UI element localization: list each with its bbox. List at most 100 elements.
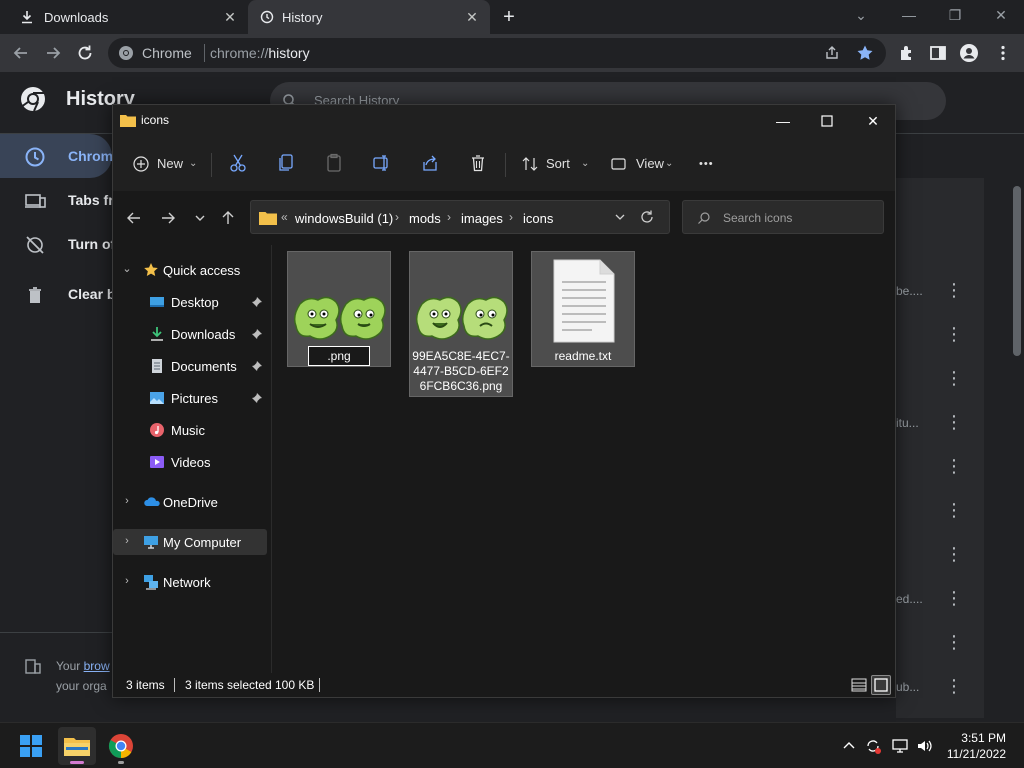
volume-icon[interactable]	[916, 737, 934, 755]
sidebar-item-clear-browsing-data[interactable]: Clear b	[0, 272, 115, 316]
history-row-menu-icon[interactable]: ⋮	[945, 280, 963, 300]
clock-date[interactable]: 11/21/2022	[940, 747, 1006, 761]
chevron-right-icon[interactable]: ›	[121, 575, 133, 587]
download-icon	[20, 10, 34, 24]
sidebar-item-tabs-from-devices[interactable]: Tabs fr	[0, 178, 114, 222]
history-entry-snippet: be....	[896, 284, 923, 298]
chrome-menu-icon[interactable]	[992, 42, 1014, 64]
refresh-icon[interactable]	[639, 209, 655, 225]
managed-info-link[interactable]: brow	[84, 659, 110, 673]
nav-item-quick-access[interactable]: ⌄ Quick access	[113, 257, 267, 283]
chevron-up-icon[interactable]	[840, 737, 858, 755]
music-icon	[149, 422, 165, 438]
nav-item-documents[interactable]: Documents	[113, 353, 267, 379]
explorer-title-bar[interactable]: icons — ✕	[113, 105, 895, 135]
minimize-button[interactable]: —	[773, 111, 793, 131]
tab-downloads[interactable]: Downloads ✕	[0, 0, 248, 34]
up-folder-button[interactable]	[219, 209, 237, 227]
sort-button[interactable]: Sort ⌄	[521, 153, 589, 175]
status-separator	[319, 678, 320, 692]
scrollbar-thumb[interactable]	[1013, 186, 1021, 356]
back-button[interactable]	[10, 42, 32, 64]
new-tab-button[interactable]: +	[500, 7, 518, 27]
history-row-menu-icon[interactable]: ⋮	[945, 544, 963, 564]
document-icon	[149, 358, 165, 374]
extensions-puzzle-icon[interactable]	[896, 42, 918, 64]
history-row-menu-icon[interactable]: ⋮	[945, 324, 963, 344]
pane-divider[interactable]	[271, 245, 272, 673]
breadcrumb-item[interactable]: images	[461, 211, 503, 226]
explorer-address-row: « windowsBuild (1) › mods › images › ico…	[113, 191, 895, 243]
side-panel-icon[interactable]	[927, 42, 949, 64]
sidebar-item-turn-off-history[interactable]: Turn of	[0, 222, 115, 266]
address-history-chevron-icon[interactable]	[613, 210, 627, 224]
address-bar[interactable]: Chrome chrome://history	[108, 38, 886, 68]
reload-button[interactable]	[74, 42, 96, 64]
history-row-menu-icon[interactable]: ⋮	[945, 456, 963, 476]
rename-input[interactable]: .png	[308, 346, 370, 366]
cut-button[interactable]	[229, 153, 247, 175]
view-button[interactable]: View ⌄	[611, 153, 679, 175]
taskbar-file-explorer[interactable]	[58, 727, 96, 765]
new-button[interactable]: New ⌄	[133, 153, 199, 175]
file-item[interactable]: .png	[287, 251, 391, 367]
delete-button[interactable]	[469, 153, 487, 175]
breadcrumb[interactable]: « windowsBuild (1) › mods › images › ico…	[250, 200, 670, 234]
bookmark-star-icon[interactable]	[856, 44, 874, 62]
details-view-icon[interactable]	[849, 675, 869, 695]
paste-button[interactable]	[325, 153, 343, 175]
search-input[interactable]: Search icons	[682, 200, 884, 234]
tab-close-icon[interactable]: ✕	[464, 9, 480, 25]
share-button[interactable]	[421, 153, 439, 175]
nav-item-desktop[interactable]: Desktop	[113, 289, 267, 315]
clock-time[interactable]: 3:51 PM	[946, 731, 1006, 745]
tab-history[interactable]: History ✕	[248, 0, 490, 34]
tab-close-icon[interactable]: ✕	[222, 9, 238, 25]
copy-button[interactable]	[277, 153, 295, 175]
monitor-network-icon[interactable]	[891, 737, 909, 755]
breadcrumb-item[interactable]: windowsBuild (1)	[295, 211, 393, 226]
recent-locations-chevron-icon[interactable]	[191, 209, 209, 227]
chevron-down-icon[interactable]: ⌄	[121, 263, 133, 275]
minimize-button[interactable]: —	[900, 6, 918, 24]
nav-item-pictures[interactable]: Pictures	[113, 385, 267, 411]
more-options-button[interactable]: •••	[699, 153, 714, 175]
sync-warning-icon[interactable]	[864, 737, 882, 755]
maximize-button[interactable]	[817, 111, 837, 131]
history-row-menu-icon[interactable]: ⋮	[945, 500, 963, 520]
nav-item-videos[interactable]: Videos	[113, 449, 267, 475]
nav-item-my-computer[interactable]: › My Computer	[113, 529, 267, 555]
history-row-menu-icon[interactable]: ⋮	[945, 412, 963, 432]
share-icon[interactable]	[824, 45, 840, 61]
sidebar-item-chrome-history[interactable]: Chrome	[0, 134, 121, 178]
profile-avatar-icon[interactable]	[958, 42, 980, 64]
search-icon	[697, 211, 711, 225]
history-row-menu-icon[interactable]: ⋮	[945, 676, 963, 696]
back-button[interactable]	[125, 209, 143, 227]
chevron-down-icon[interactable]: ⌄	[852, 6, 870, 24]
chevron-right-icon[interactable]: ›	[121, 535, 133, 547]
nav-item-network[interactable]: › Network	[113, 569, 267, 595]
file-item[interactable]: 99EA5C8E-4EC7- 4477-B5CD-6EF2 6FCB6C36.p…	[409, 251, 513, 397]
page-scrollbar[interactable]	[1010, 178, 1024, 718]
close-window-button[interactable]: ✕	[863, 111, 883, 131]
history-row-menu-icon[interactable]: ⋮	[945, 368, 963, 388]
rename-button[interactable]	[373, 153, 391, 175]
history-row-menu-icon[interactable]: ⋮	[945, 588, 963, 608]
breadcrumb-item[interactable]: icons	[523, 211, 553, 226]
history-row-menu-icon[interactable]: ⋮	[945, 632, 963, 652]
close-window-button[interactable]: ✕	[992, 6, 1010, 24]
file-item[interactable]: readme.txt	[531, 251, 635, 367]
forward-button[interactable]	[159, 209, 177, 227]
restore-button[interactable]: ❐	[946, 6, 964, 24]
nav-item-onedrive[interactable]: › OneDrive	[113, 489, 267, 515]
forward-button[interactable]	[42, 42, 64, 64]
nav-item-music[interactable]: Music	[113, 417, 267, 443]
chevron-right-icon[interactable]: ›	[121, 495, 133, 507]
nav-item-downloads[interactable]: Downloads	[113, 321, 267, 347]
taskbar-chrome[interactable]	[102, 727, 140, 765]
large-icons-view-icon[interactable]	[871, 675, 891, 695]
start-button[interactable]	[12, 727, 50, 765]
breadcrumb-item[interactable]: mods	[409, 211, 441, 226]
breadcrumb-overflow[interactable]: «	[281, 210, 288, 224]
